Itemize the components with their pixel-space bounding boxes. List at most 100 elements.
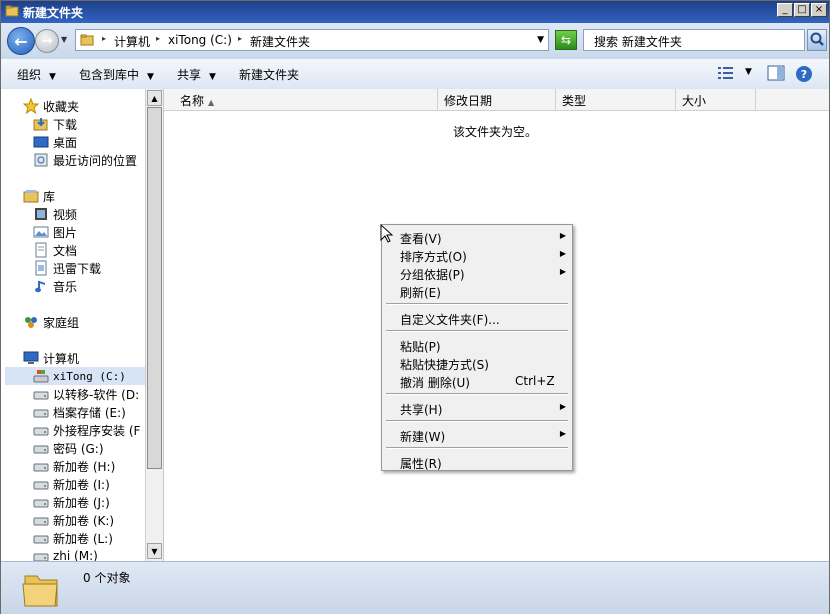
arrow-left-icon: ← (14, 31, 28, 51)
menu-item-properties[interactable]: 属性(R) (382, 453, 572, 471)
recent-pages-dropdown[interactable]: ▼ (61, 35, 67, 44)
refresh-button[interactable]: ⇆ (555, 30, 577, 50)
search-input[interactable]: 搜索 新建文件夹 (583, 29, 805, 51)
preview-pane-icon[interactable] (767, 65, 785, 81)
system-drive-icon (33, 368, 49, 384)
include-in-library-button[interactable]: 包含到库中 ▼ (79, 66, 154, 83)
column-size[interactable]: 大小 (676, 89, 756, 110)
maximize-button[interactable]: □ (794, 3, 810, 17)
menu-item-paste[interactable]: 粘贴(P) (382, 336, 572, 354)
menu-separator (386, 393, 568, 395)
menu-item-label: 新建(W) (400, 430, 446, 444)
nav-item-music[interactable]: 音乐 (33, 277, 77, 295)
address-field[interactable]: ▸ 计算机 ▸ xiTong (C:) ▸ 新建文件夹 ▼ (75, 29, 549, 51)
nav-drive-j[interactable]: 新加卷 (J:) (33, 493, 110, 511)
search-icon (810, 32, 824, 46)
hard-drive-icon (33, 404, 49, 420)
submenu-arrow-icon: ▶ (559, 267, 566, 276)
breadcrumb-current-folder[interactable]: 新建文件夹 (250, 33, 310, 50)
menu-item-sort-by[interactable]: 排序方式(O) ▶ (382, 246, 572, 264)
menu-item-view[interactable]: 查看(V) ▶ (382, 228, 572, 246)
new-folder-button[interactable]: 新建文件夹 (239, 66, 299, 83)
picture-icon (33, 224, 49, 240)
mouse-cursor-icon (380, 224, 394, 243)
nav-item-downloads[interactable]: 下载 (33, 115, 77, 133)
address-history-dropdown-icon[interactable]: ▼ (537, 35, 544, 45)
search-button[interactable] (807, 29, 827, 51)
item-count: 0 个对象 (83, 571, 131, 585)
hard-drive-icon (33, 422, 49, 438)
library-icon (23, 188, 39, 204)
scroll-thumb[interactable] (147, 107, 162, 469)
breadcrumb-drive[interactable]: xiTong (C:) (168, 33, 232, 47)
menu-item-customize-folder[interactable]: 自定义文件夹(F)... (382, 309, 572, 327)
forward-button[interactable]: → (35, 29, 59, 53)
nav-drive-k[interactable]: 新加卷 (K:) (33, 511, 114, 529)
column-date-modified[interactable]: 修改日期 (438, 89, 556, 110)
share-button[interactable]: 共享 ▼ (177, 66, 216, 83)
menu-separator (386, 303, 568, 305)
nav-item-desktop[interactable]: 桌面 (33, 133, 77, 151)
nav-item-pictures[interactable]: 图片 (33, 223, 77, 241)
nav-drive-label: 档案存储 (E:) (53, 405, 126, 420)
view-options-icon[interactable] (717, 65, 735, 81)
nav-drive-i[interactable]: 新加卷 (I:) (33, 475, 110, 493)
nav-drive-l[interactable]: 新加卷 (L:) (33, 529, 113, 547)
nav-scrollbar[interactable]: ▲ ▼ (145, 89, 163, 561)
nav-drive-label: 外接程序安装 (F (53, 423, 141, 438)
nav-drive-h[interactable]: 新加卷 (H:) (33, 457, 115, 475)
column-type[interactable]: 类型 (556, 89, 676, 110)
hard-drive-icon (33, 458, 49, 474)
menu-item-label: 刷新(E) (400, 286, 441, 300)
nav-libraries-label: 库 (43, 189, 56, 204)
minimize-button[interactable]: _ (777, 3, 793, 17)
menu-item-undo-delete[interactable]: 撤消 删除(U) Ctrl+Z (382, 372, 572, 390)
nav-item-xunlei-downloads[interactable]: 迅雷下载 (33, 259, 101, 277)
nav-favorites[interactable]: 收藏夹 (22, 97, 79, 115)
nav-drive-e[interactable]: 档案存储 (E:) (33, 403, 126, 421)
menu-item-group-by[interactable]: 分组依据(P) ▶ (382, 264, 572, 282)
breadcrumb-separator-icon[interactable]: ▸ (102, 34, 106, 43)
scroll-down-button[interactable]: ▼ (147, 543, 162, 559)
menu-item-new[interactable]: 新建(W) ▶ (382, 426, 572, 444)
organize-button[interactable]: 组织 ▼ (17, 66, 56, 83)
view-dropdown-icon[interactable]: ▼ (745, 67, 752, 77)
nav-drive-d[interactable]: 以转移-软件 (D: (33, 385, 139, 403)
close-button[interactable]: × (811, 3, 827, 17)
hard-drive-icon (33, 530, 49, 546)
menu-item-refresh[interactable]: 刷新(E) (382, 282, 572, 300)
menu-item-share[interactable]: 共享(H) ▶ (382, 399, 572, 417)
breadcrumb-computer[interactable]: 计算机 (114, 33, 150, 50)
search-placeholder: 搜索 新建文件夹 (594, 35, 682, 49)
submenu-arrow-icon: ▶ (559, 249, 566, 258)
title-bar: 新建文件夹 _ □ × (1, 1, 829, 23)
nav-drive-c[interactable]: xiTong (C:) (5, 367, 145, 385)
menu-item-label: 粘贴快捷方式(S) (400, 358, 489, 372)
explorer-window: 新建文件夹 _ □ × ← → ▼ ▸ 计算机 ▸ xiTong (C:) ▸ … (0, 0, 830, 614)
scroll-up-button[interactable]: ▲ (147, 90, 162, 106)
column-name-label: 名称 (180, 94, 205, 108)
music-icon (33, 278, 49, 294)
help-icon[interactable]: ? (795, 65, 813, 83)
nav-drive-m[interactable]: zhi (M:) (33, 547, 98, 561)
nav-item-videos[interactable]: 视频 (33, 205, 77, 223)
window-title: 新建文件夹 (23, 6, 84, 20)
nav-libraries[interactable]: 库 (23, 187, 55, 205)
column-name[interactable]: 名称 ▲ (174, 89, 438, 110)
nav-homegroup[interactable]: 家庭组 (23, 313, 79, 331)
menu-item-shortcut: Ctrl+Z (515, 374, 555, 388)
menu-item-paste-shortcut[interactable]: 粘贴快捷方式(S) (382, 354, 572, 372)
nav-item-documents[interactable]: 文档 (33, 241, 77, 259)
menu-item-label: 自定义文件夹(F)... (400, 313, 500, 327)
back-button[interactable]: ← (7, 27, 35, 55)
hard-drive-icon (33, 548, 49, 561)
nav-drive-label: 新加卷 (I:) (53, 477, 110, 492)
nav-drive-label: zhi (M:) (53, 549, 98, 561)
nav-drive-g[interactable]: 密码 (G:) (33, 439, 104, 457)
breadcrumb-separator-icon[interactable]: ▸ (156, 34, 160, 43)
nav-computer[interactable]: 计算机 (23, 349, 79, 367)
nav-drive-f[interactable]: 外接程序安装 (F (33, 421, 140, 439)
nav-drive-label: 新加卷 (J:) (53, 495, 110, 510)
nav-item-recent-places[interactable]: 最近访问的位置 (33, 151, 137, 169)
breadcrumb-separator-icon[interactable]: ▸ (238, 34, 242, 43)
